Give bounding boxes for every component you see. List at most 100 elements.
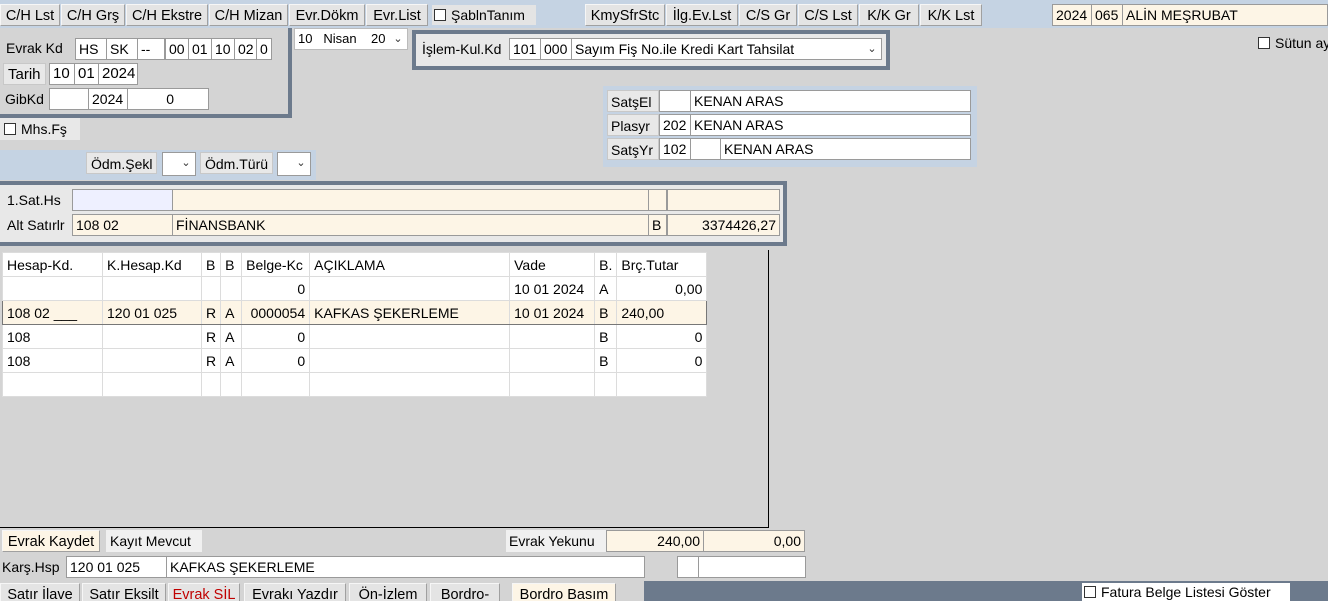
chevron-down-icon[interactable]: ⌄ [294, 153, 308, 175]
odm-turu-select[interactable]: ⌄ [277, 152, 311, 176]
cell-b1[interactable] [200, 372, 222, 397]
cell-k-hesap-kd[interactable] [102, 348, 202, 373]
cell-hesap-kd[interactable]: 108 [2, 324, 103, 349]
fatura-checkbox-box[interactable] [1084, 586, 1096, 598]
islem-code-2[interactable]: 000 [540, 38, 572, 60]
sablon-checkbox[interactable]: ŞablnTanım [432, 5, 536, 25]
cell-b1[interactable]: R [200, 300, 222, 325]
islem-code-1[interactable]: 101 [509, 38, 541, 60]
cell-brc-tutar[interactable]: 0 [616, 324, 708, 349]
evrak-kd-part-2[interactable]: SK [106, 38, 138, 60]
evrak-kaydet-button[interactable]: Evrak Kaydet [2, 530, 100, 552]
col-b2-header[interactable]: B [220, 252, 243, 277]
col-brc-tutar-header[interactable]: Brç.Tutar [616, 252, 708, 277]
kars-hsp-name[interactable]: KAFKAS ŞEKERLEME [166, 556, 645, 578]
cell-aciklama[interactable] [309, 372, 511, 397]
cell-b2[interactable] [220, 276, 243, 301]
cell-vade[interactable] [509, 372, 596, 397]
kars-extra-2[interactable] [698, 556, 806, 578]
sutun-checkbox[interactable]: Sütun ay [1258, 33, 1328, 53]
cell-ba[interactable]: B [594, 324, 618, 349]
alt-ba[interactable]: B [648, 214, 667, 236]
cell-ba[interactable]: B [594, 300, 618, 325]
cs-gr-button[interactable]: C/S Gr [739, 4, 797, 26]
evrak-kd-part-7[interactable]: 02 [234, 38, 257, 60]
cell-aciklama[interactable] [309, 276, 511, 301]
col-k-hesap-kd-header[interactable]: K.Hesap.Kd [102, 252, 202, 277]
satsyr-extra[interactable] [690, 138, 722, 160]
evrak-sil-button[interactable]: Evrak SİL [168, 583, 240, 601]
plasyr-name[interactable]: KENAN ARAS [690, 114, 971, 136]
cell-ba[interactable]: B [594, 348, 618, 373]
ch-grs-button[interactable]: C/H Grş [61, 4, 125, 26]
chevron-down-icon[interactable]: ⌄ [865, 39, 879, 59]
bordro-button[interactable]: Bordro- [430, 583, 500, 601]
evrak-kd-part-4[interactable]: 00 [165, 38, 189, 60]
cell-brc-tutar[interactable]: 0,00 [616, 276, 708, 301]
evrak-kd-part-3[interactable]: -- [137, 38, 165, 60]
satir-eksilt-button[interactable]: Satır Eksilt [82, 583, 166, 601]
evrak-kd-part-5[interactable]: 01 [188, 38, 212, 60]
evr-dokm-button[interactable]: Evr.Dökm [289, 4, 365, 26]
evraki-yazdir-button[interactable]: Evrakı Yazdır [244, 583, 346, 601]
satsyr-name[interactable]: KENAN ARAS [720, 138, 971, 160]
cell-k-hesap-kd[interactable] [102, 324, 202, 349]
entries-table[interactable]: Hesap-Kd. K.Hesap.Kd B B Belge-Kc AÇIKLA… [2, 252, 708, 397]
sutun-checkbox-box[interactable] [1258, 37, 1270, 49]
bordro-basim-button[interactable]: Bordro Basım [512, 583, 616, 601]
tarih-year[interactable]: 2024 [98, 63, 138, 85]
chevron-down-icon[interactable]: ⌄ [179, 153, 193, 175]
sablon-checkbox-box[interactable] [434, 9, 446, 21]
cell-b2[interactable] [220, 372, 243, 397]
satsel-name[interactable]: KENAN ARAS [690, 90, 971, 112]
gibkd-year[interactable]: 2024 [88, 88, 128, 110]
cell-brc-tutar[interactable]: 240,00 [616, 300, 708, 325]
gibkd-field-1[interactable] [49, 88, 89, 110]
evr-list-button[interactable]: Evr.List [366, 4, 428, 26]
col-b1-header[interactable]: B [200, 252, 222, 277]
evrak-kd-part-8[interactable]: 0 [256, 38, 272, 60]
cell-vade[interactable]: 10 01 2024 [509, 276, 596, 301]
alt-name[interactable]: FİNANSBANK [172, 214, 649, 236]
evrak-kd-part-6[interactable]: 10 [211, 38, 235, 60]
ch-lst-button[interactable]: C/H Lst [0, 4, 60, 26]
cell-b1[interactable]: R [200, 324, 222, 349]
ch-ekstre-button[interactable]: C/H Ekstre [126, 4, 208, 26]
ch-mizan-button[interactable]: C/H Mizan [209, 4, 288, 26]
col-vade-header[interactable]: Vade [509, 252, 596, 277]
cell-belge-kd[interactable]: 0 [241, 348, 311, 373]
cell-brc-tutar[interactable] [616, 372, 708, 397]
cell-k-hesap-kd[interactable] [102, 276, 202, 301]
cell-vade[interactable] [509, 324, 596, 349]
table-row[interactable]: 108 R A 0 B 0 [2, 348, 708, 373]
cell-b2[interactable]: A [220, 300, 243, 325]
table-row[interactable]: 0 10 01 2024 A 0,00 [2, 276, 708, 301]
kk-lst-button[interactable]: K/K Lst [920, 4, 982, 26]
sat-hs-name[interactable] [172, 189, 649, 211]
odm-sekl-select[interactable]: ⌄ [162, 152, 196, 176]
tarih-day[interactable]: 10 [49, 63, 75, 85]
cell-b1[interactable] [200, 276, 222, 301]
cell-aciklama[interactable]: KAFKAS ŞEKERLEME [309, 300, 511, 325]
cell-k-hesap-kd[interactable]: 120 01 025 [102, 300, 202, 325]
cell-vade[interactable] [509, 348, 596, 373]
gibkd-number[interactable]: 0 [127, 88, 209, 110]
col-aciklama-header[interactable]: AÇIKLAMA [309, 252, 511, 277]
entries-grid[interactable]: Hesap-Kd. K.Hesap.Kd B B Belge-Kc AÇIKLA… [0, 250, 769, 528]
cell-belge-kd[interactable]: 0 [241, 276, 311, 301]
islem-type-select[interactable]: Sayım Fiş No.ile Kredi Kart Tahsilat ⌄ [571, 38, 882, 60]
satir-ilave-button[interactable]: Satır İlave [0, 583, 80, 601]
alt-amount[interactable]: 3374426,27 [667, 214, 780, 236]
satsyr-code[interactable]: 102 [659, 138, 691, 160]
cell-aciklama[interactable] [309, 324, 511, 349]
sat-hs-code[interactable] [72, 189, 173, 211]
kars-extra-1[interactable] [677, 556, 699, 578]
cell-vade[interactable]: 10 01 2024 [509, 300, 596, 325]
cell-b1[interactable]: R [200, 348, 222, 373]
cell-hesap-kd[interactable] [2, 372, 103, 397]
col-hesap-kd-header[interactable]: Hesap-Kd. [2, 252, 103, 277]
cell-belge-kd[interactable]: 0 [241, 324, 311, 349]
kmysfrstc-button[interactable]: KmySfrStc [585, 4, 665, 26]
cell-aciklama[interactable] [309, 348, 511, 373]
table-row-selected[interactable]: 108 02 ___ 120 01 025 R A 0000054 KAFKAS… [2, 300, 708, 325]
